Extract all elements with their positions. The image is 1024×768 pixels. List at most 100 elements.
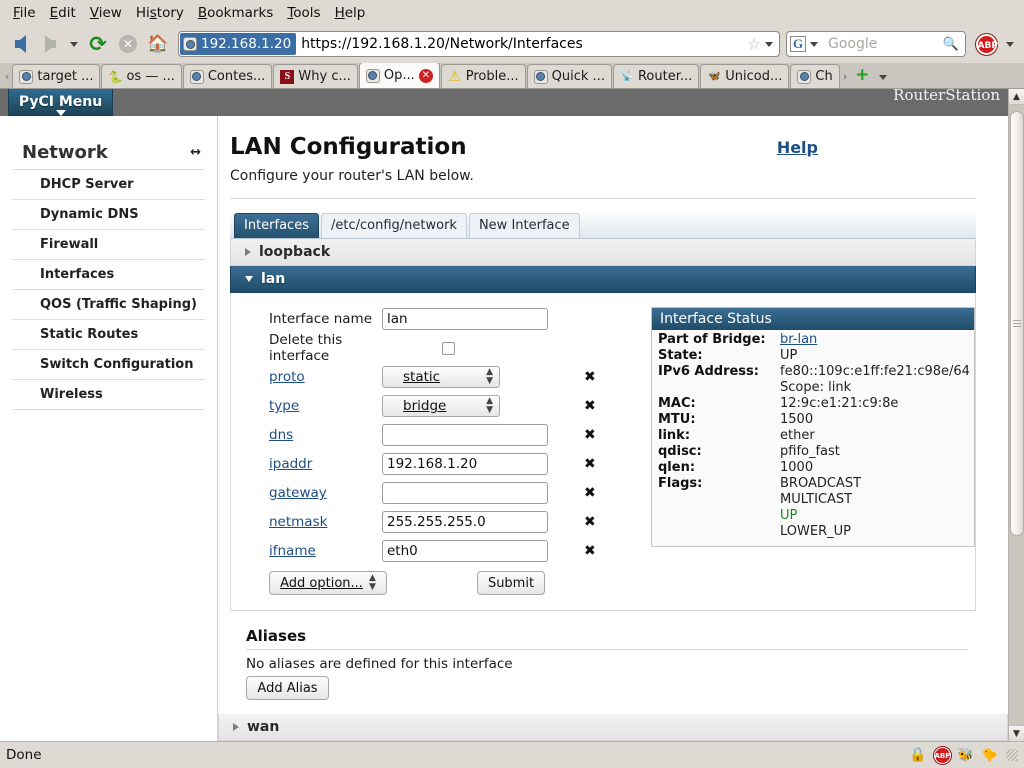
new-tab-button[interactable]: +	[849, 65, 875, 88]
adblock-status-icon[interactable]: ABP	[932, 745, 952, 765]
firebug-icon[interactable]: 🐝	[956, 745, 976, 765]
submit-button[interactable]: Submit	[477, 571, 545, 595]
tab-new-interface[interactable]: New Interface	[468, 213, 580, 238]
history-dropdown-icon[interactable]	[70, 41, 78, 47]
google-icon[interactable]: G	[790, 36, 806, 52]
field-input-dns[interactable]	[382, 424, 548, 446]
resize-handle-icon[interactable]: ↔	[190, 145, 201, 160]
sidebar-item-wireless[interactable]: Wireless	[12, 379, 205, 410]
browser-tab[interactable]: 📡 Router...	[612, 64, 700, 88]
remove-option-icon-type[interactable]: ✖	[584, 398, 596, 414]
field-select-proto[interactable]: static ▲ ▼	[382, 366, 500, 388]
menu-help[interactable]: Help	[328, 3, 373, 23]
search-input[interactable]: Google	[822, 36, 943, 52]
field-label-gateway[interactable]: gateway	[247, 485, 382, 501]
tabs-scroll-left-icon[interactable]: ‹	[2, 70, 12, 88]
stop-button[interactable]: ✕	[114, 30, 142, 58]
sidebar-item-qos-traffic-shaping[interactable]: QOS (Traffic Shaping)	[12, 289, 205, 319]
adblock-dropdown-icon[interactable]	[1006, 41, 1014, 47]
home-button[interactable]: 🏠	[144, 30, 172, 58]
bookmark-star-icon[interactable]: ☆	[744, 35, 765, 53]
ssl-lock-icon[interactable]: 🔒	[908, 745, 928, 765]
browser-tab[interactable]: 🦋 Unicod...	[700, 64, 790, 88]
tab-list-dropdown-icon[interactable]	[879, 75, 888, 80]
remove-option-icon-ipaddr[interactable]: ✖	[584, 456, 596, 472]
accordion-loopback[interactable]: loopback	[230, 239, 976, 266]
interface-form: Interface name Delete this interface pro…	[247, 307, 637, 600]
remove-option-icon-netmask[interactable]: ✖	[584, 514, 596, 530]
field-label-ipaddr[interactable]: ipaddr	[247, 456, 382, 472]
site-identity-box[interactable]: 192.168.1.20	[180, 33, 297, 55]
interface-status-body: Part of Bridge: br-lan State: UP IPv6 Addres…	[652, 330, 974, 546]
status-value: Scope: link	[780, 380, 852, 395]
remove-option-icon-ifname[interactable]: ✖	[584, 543, 596, 559]
field-label-netmask[interactable]: netmask	[247, 514, 382, 530]
tabs-scroll-right-icon[interactable]: ›	[841, 70, 849, 88]
resize-grip-icon[interactable]	[1006, 749, 1018, 761]
url-text[interactable]: https://192.168.1.20/Network/Interfaces	[296, 36, 743, 52]
scrollbar-track[interactable]	[1008, 105, 1024, 725]
sidebar-item-switch-configuration[interactable]: Switch Configuration	[12, 349, 205, 379]
scroll-up-icon[interactable]: ▲	[1008, 89, 1024, 105]
field-input-ipaddr[interactable]	[382, 453, 548, 475]
close-icon[interactable]: ✕	[418, 68, 433, 83]
field-label-ifname[interactable]: ifname	[247, 543, 382, 559]
menu-file[interactable]: File	[6, 3, 43, 23]
search-engine-dropdown-icon[interactable]	[810, 41, 818, 47]
menu-bookmarks[interactable]: Bookmarks	[191, 3, 280, 23]
pyci-menu-button[interactable]: PyCI Menu	[8, 89, 113, 116]
menu-view[interactable]: View	[83, 3, 129, 23]
forward-button[interactable]	[36, 30, 64, 58]
remove-option-icon-dns[interactable]: ✖	[584, 427, 596, 443]
aliases-title: Aliases	[246, 627, 307, 645]
field-input-ifname[interactable]	[382, 540, 548, 562]
accordion-lan[interactable]: lan	[230, 266, 976, 293]
delete-interface-checkbox[interactable]	[442, 341, 455, 355]
tab-interfaces[interactable]: Interfaces	[234, 213, 319, 238]
browser-tab[interactable]: Contes...	[182, 64, 273, 88]
browser-tab[interactable]: Op... ✕	[358, 63, 440, 88]
page-scrollbar[interactable]: ▲ ▼	[1008, 89, 1024, 741]
menu-tools[interactable]: Tools	[280, 3, 327, 23]
remove-option-icon-gateway[interactable]: ✖	[584, 485, 596, 501]
help-link[interactable]: Help	[777, 138, 818, 157]
sidebar-item-interfaces[interactable]: Interfaces	[12, 259, 205, 289]
browser-tab[interactable]: Quick ...	[526, 64, 612, 88]
scrollbar-thumb[interactable]	[1009, 111, 1024, 536]
tab-etc-config-network[interactable]: /etc/config/network	[320, 213, 467, 238]
field-input-netmask[interactable]	[382, 511, 548, 533]
field-label-proto[interactable]: proto	[247, 369, 382, 385]
field-select-type[interactable]: bridge ▲ ▼	[382, 395, 500, 417]
browser-tab[interactable]: target ...	[12, 64, 101, 88]
search-icon[interactable]: 🔍	[943, 37, 965, 52]
field-label-dns[interactable]: dns	[247, 427, 382, 443]
back-button[interactable]	[6, 30, 34, 58]
interface-name-input[interactable]	[382, 308, 548, 330]
status-value[interactable]: br-lan	[780, 332, 817, 348]
reload-button[interactable]: ⟳	[84, 30, 112, 58]
sidebar-item-dynamic-dns[interactable]: Dynamic DNS	[12, 199, 205, 229]
sidebar-item-dhcp-server[interactable]: DHCP Server	[12, 169, 205, 199]
field-input-gateway[interactable]	[382, 482, 548, 504]
search-bar[interactable]: G Google 🔍	[786, 31, 966, 57]
sidebar-item-static-routes[interactable]: Static Routes	[12, 319, 205, 349]
browser-tab[interactable]: S Why c...	[273, 64, 358, 88]
browser-tab[interactable]: 🐍 os — ...	[101, 64, 182, 88]
address-bar[interactable]: 192.168.1.20 https://192.168.1.20/Networ…	[178, 31, 780, 57]
url-dropdown-icon[interactable]	[765, 41, 773, 47]
noscript-icon[interactable]: 🐤	[980, 745, 1000, 765]
adblock-button[interactable]: ABP	[972, 30, 1000, 58]
menu-edit[interactable]: Edit	[43, 3, 83, 23]
add-alias-button[interactable]: Add Alias	[246, 676, 329, 700]
remove-option-icon-proto[interactable]: ✖	[584, 369, 596, 385]
sidebar-item-firewall[interactable]: Firewall	[12, 229, 205, 259]
accordion-wan[interactable]: wan	[218, 714, 1008, 741]
menu-history[interactable]: History	[129, 3, 191, 23]
add-option-select[interactable]: Add option... ▲ ▼	[269, 571, 387, 595]
scroll-down-icon[interactable]: ▼	[1008, 725, 1024, 741]
status-row: Scope: link	[658, 380, 968, 396]
field-label-type[interactable]: type	[247, 398, 382, 414]
browser-tab[interactable]: ⚠ Proble...	[440, 64, 526, 88]
globe-icon	[365, 68, 380, 83]
browser-tab[interactable]: Ch	[790, 64, 840, 88]
